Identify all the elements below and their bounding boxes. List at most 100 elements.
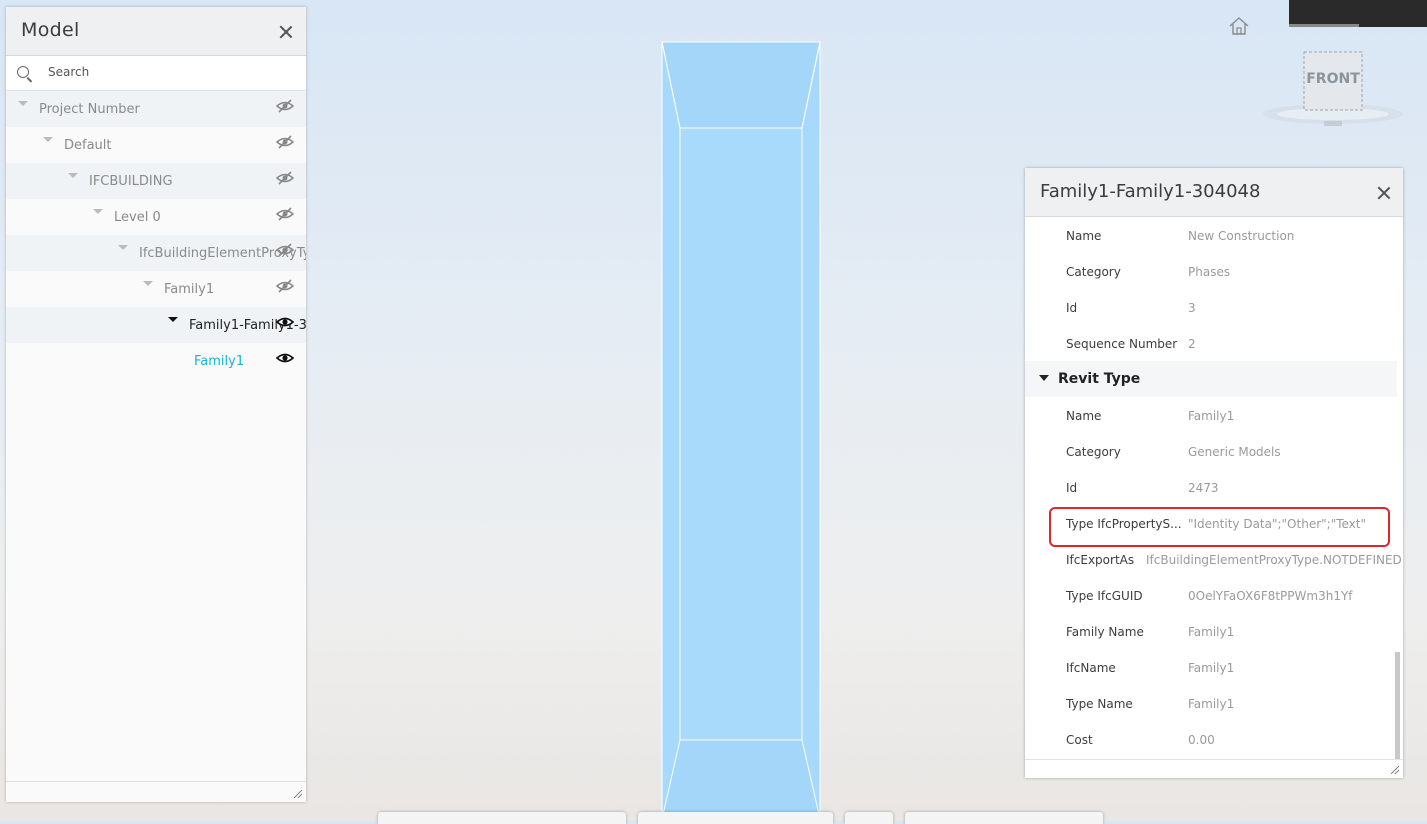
property-value: "Identity Data";"Other";"Text" bbox=[1188, 517, 1367, 531]
collapse-arrow-icon[interactable] bbox=[1039, 375, 1049, 381]
property-value: 3 bbox=[1188, 301, 1196, 315]
toolbar-group[interactable] bbox=[378, 812, 626, 824]
properties-panel: Family1-Family1-304048 Name New Construc… bbox=[1025, 168, 1403, 778]
property-name: Name bbox=[1066, 409, 1102, 423]
toolbar-group[interactable] bbox=[905, 812, 1103, 824]
property-name: Category bbox=[1066, 265, 1121, 279]
tree-node-label: Family1 bbox=[194, 354, 245, 369]
viewcube-face-label: FRONT bbox=[1306, 71, 1360, 87]
visibility-hidden-icon[interactable] bbox=[276, 279, 294, 293]
property-value: Family1 bbox=[1188, 697, 1235, 711]
visibility-icon[interactable] bbox=[276, 315, 294, 329]
tree-node[interactable]: Project Number bbox=[6, 91, 306, 127]
visibility-hidden-icon[interactable] bbox=[276, 135, 294, 149]
tree-node-selected[interactable]: Family1 bbox=[6, 343, 306, 379]
expand-arrow-icon[interactable] bbox=[118, 245, 128, 250]
properties-panel-footer bbox=[1025, 759, 1403, 778]
property-row: Id 3 bbox=[1025, 289, 1397, 325]
property-name: Type IfcPropertyS... bbox=[1066, 517, 1182, 531]
property-row: Id 2473 bbox=[1025, 469, 1397, 505]
toolbar-group[interactable] bbox=[638, 812, 833, 824]
section-header-revit-type[interactable]: Revit Type bbox=[1025, 361, 1397, 397]
minimap-thumbnail[interactable] bbox=[1289, 0, 1427, 27]
resize-handle-icon[interactable] bbox=[294, 790, 302, 798]
property-row: Type IfcGUID 0OelYFaOX6F8tPPWm3h1Yf bbox=[1025, 577, 1397, 613]
property-row: Type Name Family1 bbox=[1025, 685, 1397, 721]
selected-3d-object[interactable] bbox=[660, 40, 822, 821]
tree-node-label: Family1 bbox=[164, 282, 215, 297]
tree-node[interactable]: Level 0 bbox=[6, 199, 306, 235]
property-name: Type Name bbox=[1066, 697, 1133, 711]
visibility-hidden-icon[interactable] bbox=[276, 171, 294, 185]
tree-node[interactable]: Family1-Family1-304048 bbox=[6, 307, 306, 343]
tree-node-label: Default bbox=[64, 138, 112, 153]
model-tree: Project Number Default IFCBUILDING Level… bbox=[6, 91, 306, 379]
property-row-highlighted: Type IfcPropertyS... "Identity Data";"Ot… bbox=[1025, 505, 1397, 541]
property-value: 0.00 bbox=[1188, 733, 1215, 747]
expand-arrow-icon[interactable] bbox=[68, 173, 78, 178]
property-value: Phases bbox=[1188, 265, 1231, 279]
expand-arrow-icon[interactable] bbox=[43, 137, 53, 142]
property-value: 2473 bbox=[1188, 481, 1219, 495]
property-row: Category Phases bbox=[1025, 253, 1397, 289]
property-value: Generic Models bbox=[1188, 445, 1281, 459]
close-icon[interactable] bbox=[279, 25, 293, 39]
visibility-hidden-icon[interactable] bbox=[276, 207, 294, 221]
model-browser-panel: Model Project Number Default bbox=[6, 7, 306, 802]
search-icon bbox=[17, 66, 29, 78]
property-row: Cost 0.00 bbox=[1025, 721, 1397, 757]
property-value: 2 bbox=[1188, 337, 1196, 351]
expand-arrow-icon[interactable] bbox=[18, 101, 28, 106]
viewcube[interactable]: FRONT bbox=[1258, 48, 1408, 133]
visibility-hidden-icon[interactable] bbox=[276, 243, 294, 257]
tree-node-label: IFCBUILDING bbox=[89, 174, 173, 189]
property-value: Family1 bbox=[1188, 625, 1235, 639]
visibility-hidden-icon[interactable] bbox=[276, 99, 294, 113]
visibility-icon[interactable] bbox=[276, 351, 294, 365]
resize-handle-icon[interactable] bbox=[1391, 766, 1399, 774]
properties-scrollbar[interactable] bbox=[1395, 652, 1400, 760]
toolbar-group[interactable] bbox=[845, 812, 893, 824]
tree-node[interactable]: Default bbox=[6, 127, 306, 163]
property-name: IfcName bbox=[1066, 661, 1116, 675]
property-value: IfcBuildingElementProxyType.NOTDEFINED bbox=[1146, 553, 1402, 567]
property-row: Name New Construction bbox=[1025, 217, 1397, 253]
viewcube-graphic bbox=[1263, 51, 1403, 126]
property-row: Name Family1 bbox=[1025, 397, 1397, 433]
tree-node[interactable]: IFCBUILDING bbox=[6, 163, 306, 199]
property-name: Type IfcGUID bbox=[1066, 589, 1143, 603]
property-value: 0OelYFaOX6F8tPPWm3h1Yf bbox=[1188, 589, 1353, 603]
property-name: IfcExportAs bbox=[1066, 553, 1135, 567]
model-panel-header: Model bbox=[6, 7, 306, 56]
property-name: Id bbox=[1066, 301, 1078, 315]
model-panel-footer bbox=[6, 781, 306, 802]
property-row: Family Name Family1 bbox=[1025, 613, 1397, 649]
property-row: Sequence Number 2 bbox=[1025, 325, 1397, 361]
tree-node[interactable]: IfcBuildingElementProxyType bbox=[6, 235, 306, 271]
home-icon[interactable] bbox=[1228, 16, 1250, 36]
section-label: Revit Type bbox=[1058, 371, 1141, 387]
model-panel-title: Model bbox=[21, 19, 80, 41]
property-name: Name bbox=[1066, 229, 1102, 243]
property-name: Family Name bbox=[1066, 625, 1144, 639]
tree-node-label: Project Number bbox=[39, 102, 140, 117]
property-row: IfcExportAs IfcBuildingElementProxyType.… bbox=[1025, 541, 1402, 577]
properties-list: Name New Construction Category Phases Id… bbox=[1025, 217, 1402, 757]
expand-arrow-icon[interactable] bbox=[143, 281, 153, 286]
property-row: IfcName Family1 bbox=[1025, 649, 1397, 685]
tree-node-label: Level 0 bbox=[114, 210, 161, 225]
expand-arrow-icon[interactable] bbox=[93, 209, 103, 214]
property-name: Category bbox=[1066, 445, 1121, 459]
property-value: Family1 bbox=[1188, 409, 1235, 423]
property-name: Sequence Number bbox=[1066, 337, 1178, 351]
properties-panel-title: Family1-Family1-304048 bbox=[1040, 181, 1261, 202]
close-icon[interactable] bbox=[1377, 186, 1391, 200]
search-bar bbox=[6, 56, 306, 91]
property-value: Family1 bbox=[1188, 661, 1235, 675]
expand-arrow-icon[interactable] bbox=[168, 317, 178, 322]
tree-node[interactable]: Family1 bbox=[6, 271, 306, 307]
property-name: Cost bbox=[1066, 733, 1093, 747]
property-name: Id bbox=[1066, 481, 1078, 495]
search-input[interactable] bbox=[46, 64, 290, 80]
property-value: New Construction bbox=[1188, 229, 1295, 243]
